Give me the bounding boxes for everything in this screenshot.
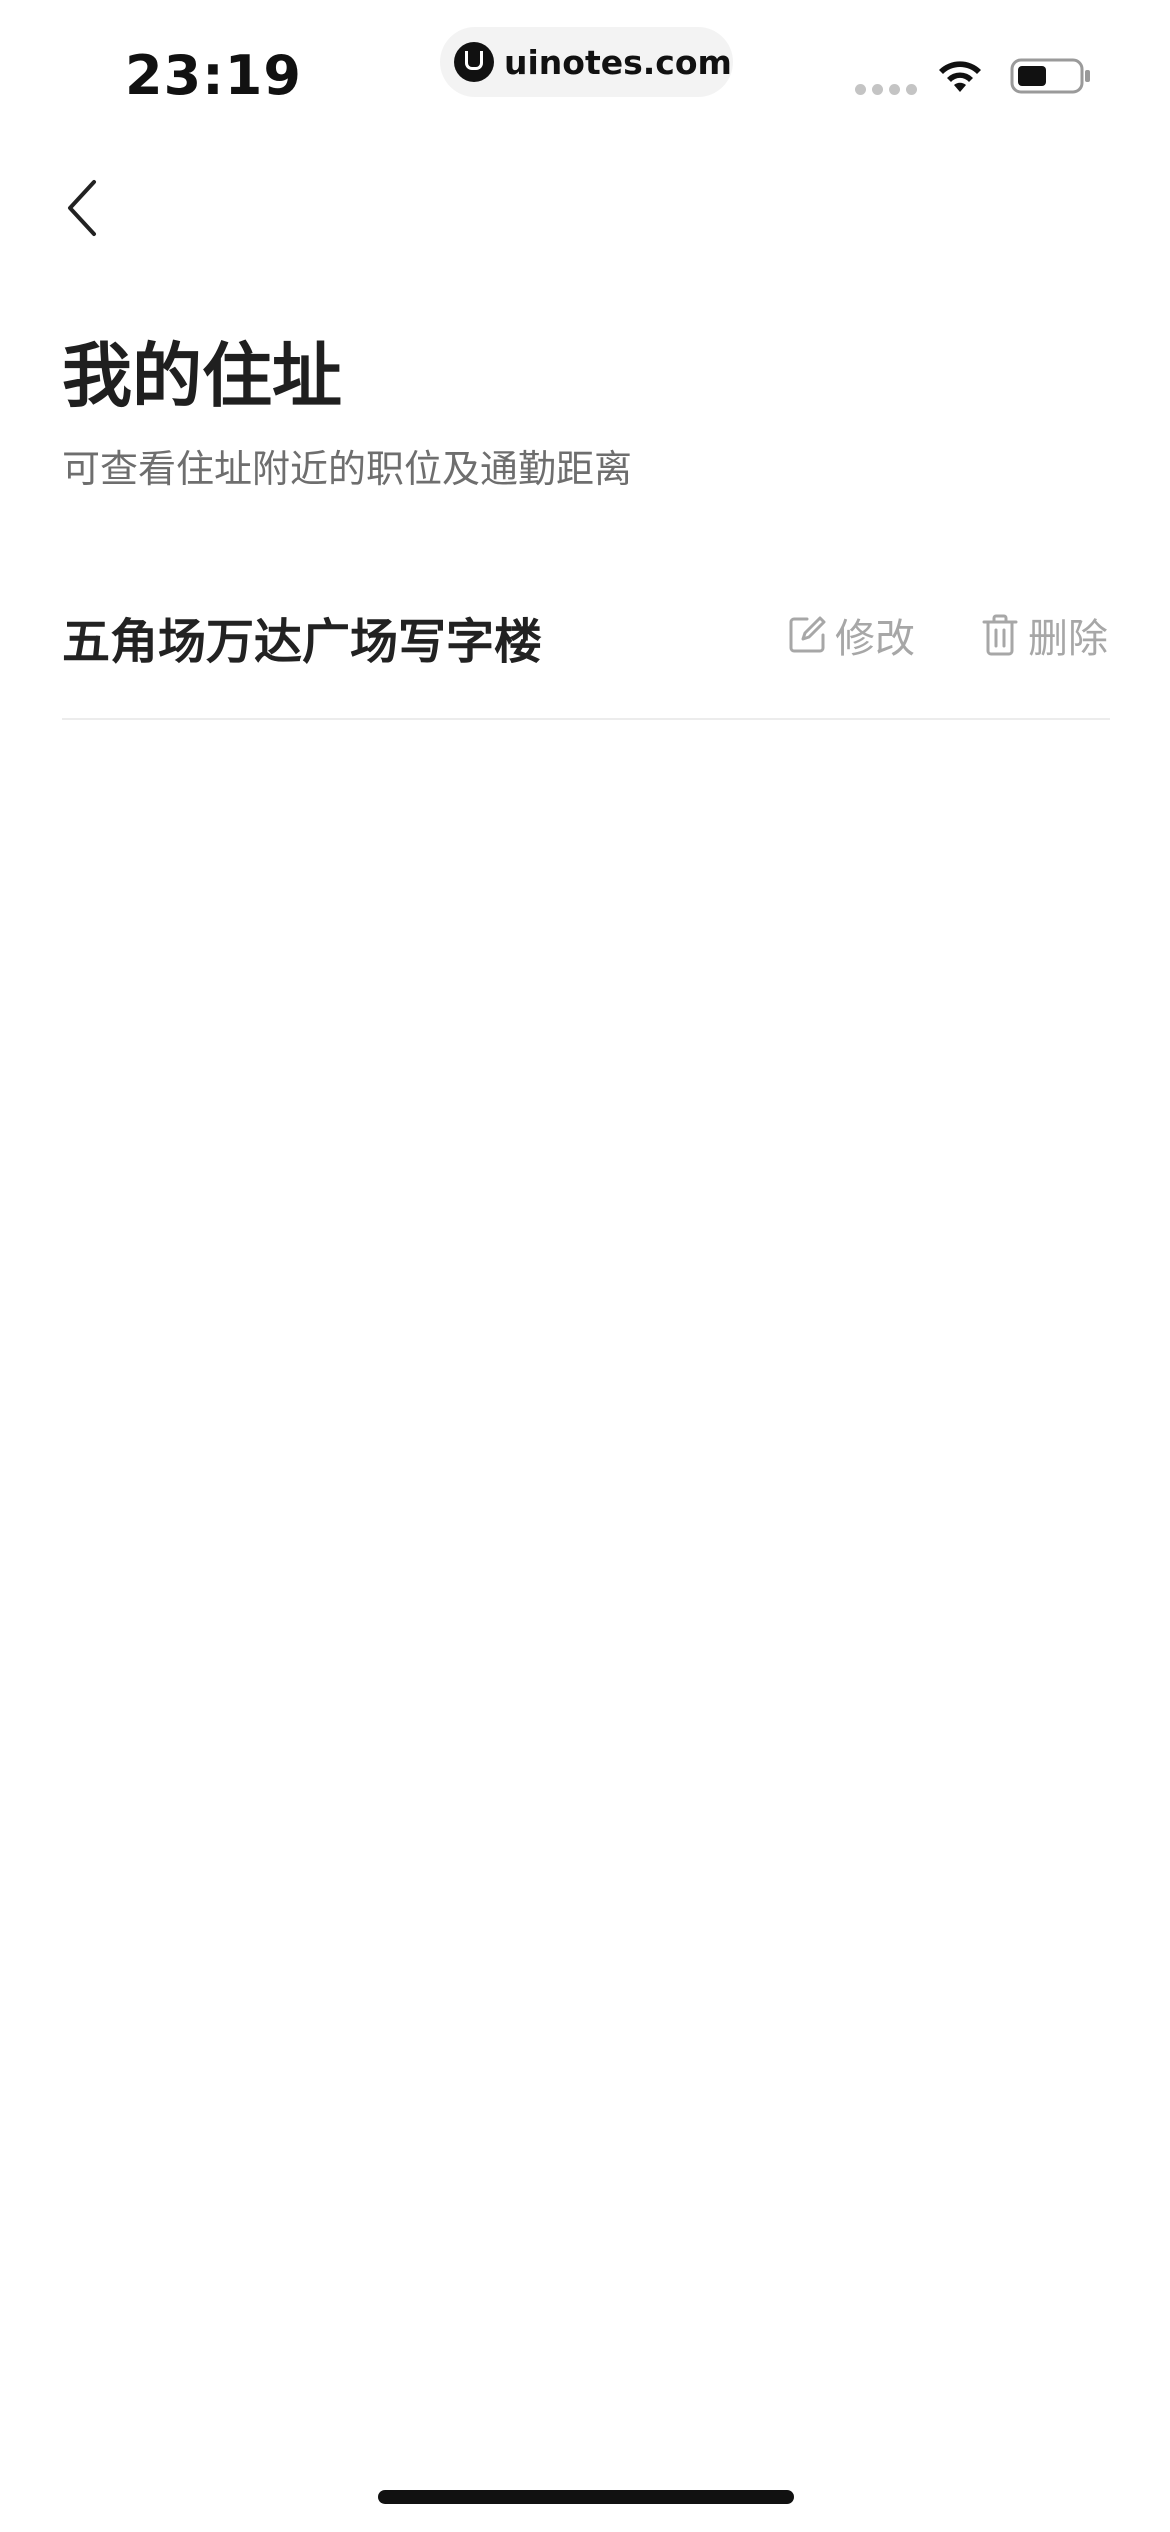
edit-label: 修改 xyxy=(835,616,915,662)
url-pill[interactable]: uinotes.com xyxy=(440,27,733,97)
back-button[interactable] xyxy=(52,168,112,248)
edit-address-button[interactable]: 修改 xyxy=(787,606,915,664)
battery-icon xyxy=(1010,58,1090,94)
site-logo-icon xyxy=(454,42,494,82)
status-time: 23:19 xyxy=(125,44,302,107)
delete-address-button[interactable]: 删除 xyxy=(980,606,1108,664)
trash-icon xyxy=(982,614,1018,656)
address-name: 五角场万达广场写字楼 xyxy=(62,614,543,670)
edit-icon xyxy=(789,616,826,653)
address-list-item: 五角场万达广场写字楼 修改 删除 xyxy=(62,560,1110,720)
signal-icon xyxy=(855,84,917,95)
delete-label: 删除 xyxy=(1028,616,1108,662)
page-title: 我的住址 xyxy=(62,335,342,417)
page-subtitle: 可查看住址附近的职位及通勤距离 xyxy=(62,447,633,491)
chevron-left-icon xyxy=(68,180,96,236)
home-indicator[interactable] xyxy=(378,2490,794,2504)
wifi-icon xyxy=(939,61,981,92)
status-bar: 23:19 uinotes.com xyxy=(0,0,1170,150)
url-text: uinotes.com xyxy=(504,42,732,82)
